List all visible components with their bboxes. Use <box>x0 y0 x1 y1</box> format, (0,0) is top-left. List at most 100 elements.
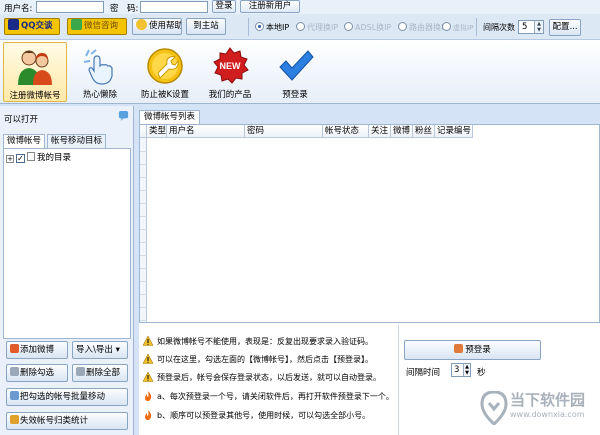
qq-chat-label: QQ交谈 <box>21 21 53 31</box>
batch-move-label: 把勾选的帐号批量移动 <box>20 392 106 402</box>
config-button[interactable]: 配置... <box>549 19 581 36</box>
left-panel-header: 可以打开 <box>4 115 39 125</box>
help-label: 使用帮助 <box>149 21 182 31</box>
ip-option-label: 本地IP <box>266 23 290 32</box>
grid-corner <box>140 125 147 138</box>
watermark: 当下软件园 www.downxia.com <box>476 383 600 435</box>
radio-on-icon <box>255 22 264 31</box>
add-weibo-button[interactable]: 添加微博 <box>6 341 68 359</box>
column-header[interactable]: 用户名 <box>167 125 245 138</box>
left-tabs: 微博帐号 帐号移动目标 <box>3 134 131 148</box>
register-weibo-label: 注册微博帐号 <box>9 91 61 101</box>
expand-icon[interactable]: + <box>6 155 14 163</box>
tip-line: 可以在这里，勾选左面的【微博帐号】，然后点击【预登录】。 <box>143 354 373 365</box>
register-button[interactable]: 注册新用户 <box>240 0 300 13</box>
tree-node-label: 我的目录 <box>37 153 72 163</box>
eraser-icon <box>76 367 85 376</box>
fire-icon <box>145 391 152 401</box>
tip-text: a、每次预登录一个号，请关闭软件后，再打开软件预登录下一个。 <box>157 392 394 401</box>
row-divider <box>140 190 147 191</box>
tip-line: b、顺序可以预登录其他号，使用时候，可以勾选全部小号。 <box>143 410 370 421</box>
bottom-divider <box>398 325 399 435</box>
interval-time-label: 间隔时间 <box>406 368 441 378</box>
stepper-arrows-icon[interactable]: ▲ ▼ <box>463 364 470 376</box>
radio-off-icon <box>344 22 353 31</box>
qq-icon <box>8 19 19 30</box>
row-divider <box>140 320 147 321</box>
tip-text: 预登录后，帐号会保存登录状态，以后发送，就可以自动登录。 <box>157 373 381 382</box>
tip-text: b、顺序可以预登录其他号，使用时候，可以勾选全部小号。 <box>157 411 371 420</box>
column-header[interactable]: 记录编号 <box>435 125 473 138</box>
eraser-icon <box>10 367 19 376</box>
watermark-url: www.downxia.com <box>510 410 585 419</box>
tab-account-list[interactable]: 微博帐号列表 <box>139 110 201 124</box>
ip-option-local[interactable]: 本地IP <box>255 22 289 33</box>
login-button[interactable]: 登录 <box>212 0 236 13</box>
tree-node-root[interactable]: + ✓ 我的目录 <box>6 151 71 163</box>
ip-option-virtual: 虚拟IP <box>442 22 473 33</box>
help-button[interactable]: 使用帮助 <box>132 18 182 35</box>
radio-off-icon <box>296 22 305 31</box>
checkbox-checked-icon[interactable]: ✓ <box>16 154 25 163</box>
row-divider <box>140 307 147 308</box>
register-weibo-button[interactable]: 注册微博帐号 <box>3 42 67 102</box>
ip-option-label: 虚拟IP <box>453 24 474 32</box>
column-header[interactable]: 粉丝 <box>413 125 435 138</box>
row-divider <box>140 151 147 152</box>
login-bar: 用户名: 密 码: 登录 注册新用户 <box>0 0 600 14</box>
warning-icon <box>143 354 153 364</box>
new-badge-icon: NEW <box>213 47 249 84</box>
column-header[interactable]: 微博 <box>391 125 413 138</box>
homepage-button[interactable]: 到主站 <box>186 18 226 35</box>
tab-move-target[interactable]: 帐号移动目标 <box>47 134 107 148</box>
tip-text: 可以在这里，勾选左面的【微博帐号】，然后点击【预登录】。 <box>157 355 373 364</box>
svg-text:NEW: NEW <box>220 61 242 71</box>
anti-k-settings-button[interactable]: 防止被K设置 <box>133 42 197 102</box>
pre-login-big-button[interactable]: 预登录 <box>263 42 327 102</box>
delete-checked-button[interactable]: 删除勾选 <box>6 364 68 382</box>
warning-icon <box>143 372 153 382</box>
password-input[interactable] <box>140 1 208 13</box>
fire-icon <box>145 410 152 420</box>
row-divider <box>140 177 147 178</box>
big-toolbar: 注册微博帐号 热心懒除 防止被K设置 NEW 我们的产品 预登录 <box>0 40 600 104</box>
pre-login-label: 预登录 <box>465 345 491 355</box>
column-header[interactable]: 关注 <box>369 125 391 138</box>
checkmark-icon <box>279 50 314 81</box>
interval-time-stepper[interactable]: 3 ▲ ▼ <box>451 363 471 377</box>
left-panel: 可以打开 微博帐号 帐号移动目标 + ✓ 我的目录 添加微博 导入\导出 ▾ 删除勾… <box>0 106 134 435</box>
bulb-icon <box>136 19 147 30</box>
column-header[interactable]: 帐号状态 <box>323 125 369 138</box>
ip-option-router: 路由器换IP <box>398 22 448 33</box>
batch-move-button[interactable]: 把勾选的帐号批量移动 <box>6 388 128 406</box>
row-divider <box>140 268 147 269</box>
qq-chat-button[interactable]: QQ交谈 <box>4 18 60 35</box>
stepper-arrows-icon[interactable]: ▲ ▼ <box>534 21 543 33</box>
invalid-stats-label: 失效帐号归类统计 <box>20 416 89 426</box>
interval-count-stepper[interactable]: 5 ▲ ▼ <box>518 20 544 34</box>
username-input[interactable] <box>36 1 104 13</box>
import-export-button[interactable]: 导入\导出 ▾ <box>72 341 128 359</box>
invalid-stats-button[interactable]: 失效帐号归类统计 <box>6 412 128 430</box>
info-bubble-icon[interactable] <box>118 111 129 122</box>
interval-time-value: 3 <box>454 365 460 375</box>
wechat-consult-button[interactable]: 微信咨询 <box>67 18 127 35</box>
our-products-button[interactable]: NEW 我们的产品 <box>198 42 262 102</box>
hot-click-button[interactable]: 热心懒除 <box>68 42 132 102</box>
pre-login-button[interactable]: 预登录 <box>404 340 541 360</box>
delete-all-button[interactable]: 删除全部 <box>72 364 128 382</box>
wrench-icon <box>147 48 183 84</box>
interval-count-label: 间隔次数 <box>483 23 515 32</box>
ip-option-label: ADSL换IP <box>355 23 392 32</box>
file-icon <box>27 152 35 161</box>
row-divider <box>140 294 147 295</box>
tab-weibo-accounts[interactable]: 微博帐号 <box>3 134 46 148</box>
row-divider <box>140 281 147 282</box>
delete-all-label: 删除全部 <box>86 368 121 378</box>
row-divider <box>140 164 147 165</box>
tip-line: a、每次预登录一个号，请关闭软件后，再打开软件预登录下一个。 <box>143 391 394 402</box>
ip-option-label: 代理换IP <box>307 23 339 32</box>
login-icon <box>454 344 464 353</box>
column-header[interactable]: 密码 <box>245 125 323 138</box>
column-header[interactable]: 类型 <box>147 125 167 138</box>
